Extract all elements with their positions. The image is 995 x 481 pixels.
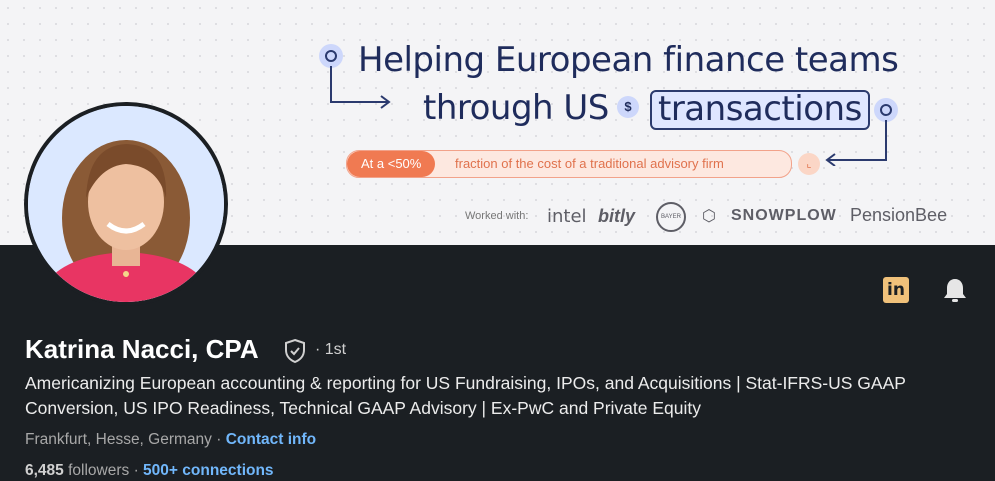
profile-name: Katrina Nacci, CPA xyxy=(25,334,259,364)
dollar-icon: $ xyxy=(617,96,639,118)
intel-logo: intel xyxy=(547,206,587,227)
pill-strong-text: At a <50% xyxy=(347,151,436,177)
pin-icon xyxy=(319,44,343,68)
profile-photo[interactable] xyxy=(24,102,228,306)
avatar-portrait xyxy=(28,106,224,302)
chart-down-icon: ⌞ xyxy=(798,153,820,175)
profile-headline: Americanizing European accounting & repo… xyxy=(25,373,906,418)
pin-icon xyxy=(874,98,898,122)
arrow-icon xyxy=(825,120,887,166)
snowplow-mark-icon: ⬡ xyxy=(702,208,716,225)
verified-shield-icon[interactable] xyxy=(283,338,307,364)
followers-count: 6,485 xyxy=(25,462,64,479)
bell-icon[interactable] xyxy=(940,275,970,305)
connection-degree: · 1st xyxy=(315,341,347,358)
snowplow-logo: SNOWPLOW xyxy=(731,207,837,224)
pensionbee-logo: PensionBee xyxy=(850,205,948,225)
banner-headline-line1: Helping European finance teams xyxy=(358,40,899,80)
bayer-logo: BAYER xyxy=(656,202,686,232)
cost-pill: At a <50% fraction of the cost of a trad… xyxy=(346,150,792,178)
followers-label: followers xyxy=(63,462,130,479)
pill-rest-text: fraction of the cost of a traditional ad… xyxy=(455,156,724,171)
worked-with-label: Worked with: xyxy=(465,210,529,222)
contact-info-link[interactable]: Contact info xyxy=(226,431,316,448)
location-separator: · xyxy=(211,431,226,448)
banner-headline-line2: through US xyxy=(423,88,609,128)
location-text: Frankfurt, Hesse, Germany xyxy=(25,431,212,448)
network-separator: · xyxy=(129,462,144,479)
bitly-logo: bitly xyxy=(598,206,636,226)
connections-link[interactable]: 500+ connections xyxy=(143,462,274,479)
linkedin-icon[interactable]: in xyxy=(883,277,909,303)
network-line: 6,485 followers · 500+ connections xyxy=(25,462,274,480)
location-line: Frankfurt, Hesse, Germany · Contact info xyxy=(25,431,316,449)
